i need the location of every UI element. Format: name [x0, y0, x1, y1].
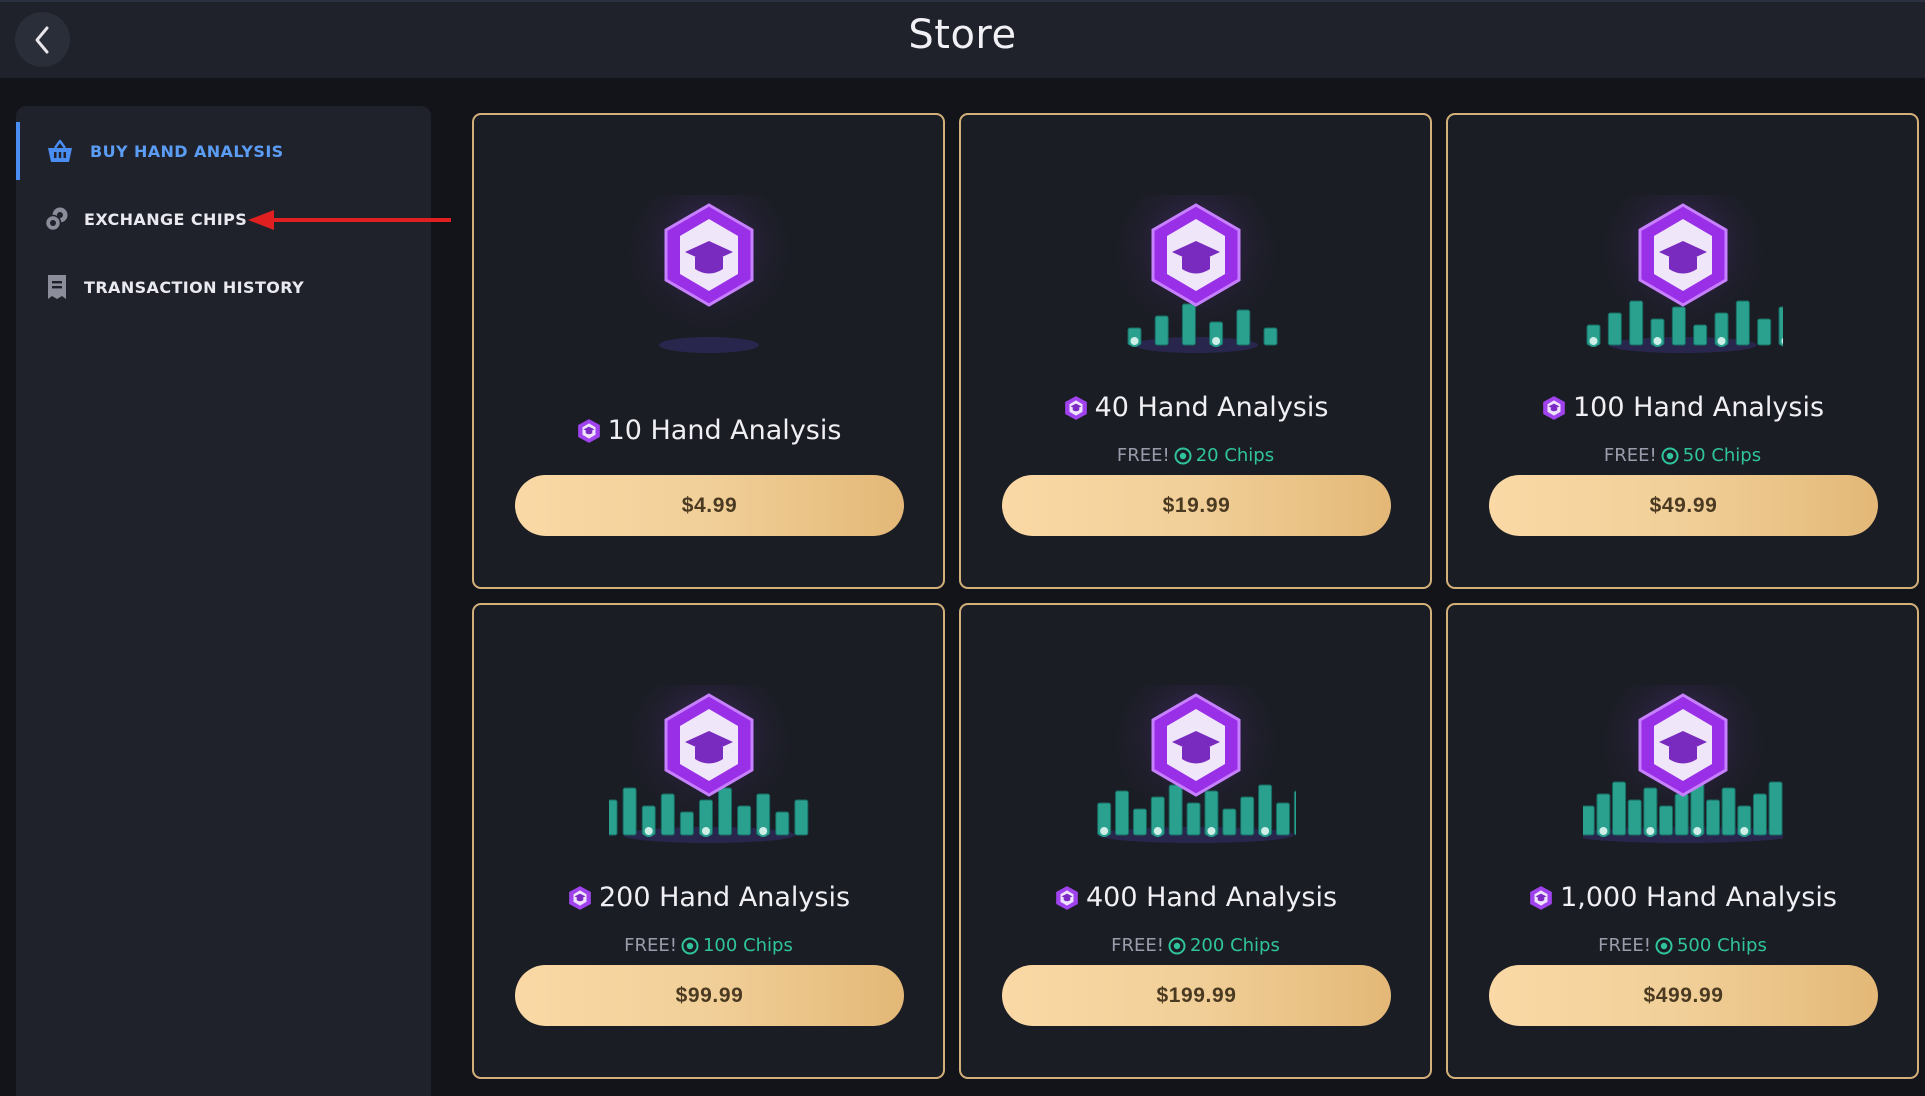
- buy-button[interactable]: $4.99: [515, 475, 904, 536]
- sidebar-item-label: BUY HAND ANALYSIS: [90, 141, 284, 161]
- bonus-row: FREE! 50 Chips: [1448, 445, 1917, 466]
- product-art-icon: [1586, 195, 1783, 353]
- product-title: 10 Hand Analysis: [607, 415, 842, 446]
- product-card[interactable]: 200 Hand Analysis FREE! 100 Chips $99.99: [472, 603, 945, 1079]
- product-title: 200 Hand Analysis: [598, 882, 851, 913]
- bonus-row: FREE! 500 Chips: [1448, 935, 1917, 956]
- chip-icon: [1661, 447, 1679, 464]
- product-art: [1448, 195, 1917, 365]
- receipt-icon: [44, 274, 70, 300]
- sidebar-item-buy-hand-analysis[interactable]: BUY HAND ANALYSIS: [16, 122, 431, 180]
- product-card[interactable]: 400 Hand Analysis FREE! 200 Chips $199.9…: [959, 603, 1432, 1079]
- bonus-chips: 200 Chips: [1189, 935, 1280, 956]
- free-label: FREE!: [624, 935, 677, 956]
- product-title: 100 Hand Analysis: [1572, 392, 1825, 423]
- free-label: FREE!: [1116, 445, 1170, 466]
- basket-icon: [47, 138, 73, 164]
- product-art: [474, 195, 943, 365]
- hand-analysis-badge-icon: [569, 885, 591, 910]
- buy-button[interactable]: $199.99: [1002, 965, 1391, 1026]
- product-card[interactable]: 40 Hand Analysis FREE! 20 Chips $19.99: [959, 113, 1432, 589]
- chip-icon: [681, 937, 699, 954]
- hand-analysis-badge-icon: [577, 418, 600, 443]
- chip-icon: [1655, 937, 1673, 954]
- product-title-row: 100 Hand Analysis: [1448, 392, 1917, 423]
- product-card[interactable]: 10 Hand Analysis $4.99: [472, 113, 945, 589]
- free-label: FREE!: [1603, 445, 1657, 466]
- free-label: FREE!: [1598, 935, 1651, 956]
- bonus-row: FREE! 100 Chips: [474, 935, 943, 956]
- sidebar-item-transaction-history[interactable]: TRANSACTION HISTORY: [16, 258, 431, 316]
- bonus-row: FREE! 200 Chips: [961, 935, 1430, 956]
- hand-analysis-badge-icon: [1530, 885, 1552, 910]
- product-title-row: 40 Hand Analysis: [961, 392, 1430, 423]
- bonus-chips: 100 Chips: [702, 935, 793, 956]
- product-title: 400 Hand Analysis: [1085, 882, 1338, 913]
- product-title-row: 1,000 Hand Analysis: [1448, 882, 1917, 913]
- sidebar-item-label: TRANSACTION HISTORY: [84, 277, 305, 297]
- annotation-arrow: [248, 210, 451, 230]
- product-art-icon: [608, 685, 808, 843]
- bonus-chips: 500 Chips: [1676, 935, 1767, 956]
- chips-icon: [44, 206, 70, 232]
- bonus-row: FREE! 20 Chips: [961, 445, 1430, 466]
- product-art-icon: [1582, 685, 1783, 843]
- product-art-icon: [628, 195, 789, 353]
- product-title-row: 400 Hand Analysis: [961, 882, 1430, 913]
- hand-analysis-badge-icon: [1543, 395, 1565, 420]
- product-title-row: 10 Hand Analysis: [474, 415, 943, 446]
- product-art: [474, 685, 943, 855]
- product-title-row: 200 Hand Analysis: [474, 882, 943, 913]
- bonus-chips: 20 Chips: [1195, 445, 1275, 466]
- chip-icon: [1174, 447, 1192, 464]
- sidebar: BUY HAND ANALYSIS EXCHANGE CHIPS TRANSAC…: [16, 106, 431, 1096]
- buy-button[interactable]: $99.99: [515, 965, 904, 1026]
- product-art: [1448, 685, 1917, 855]
- page-title: Store: [908, 12, 1017, 58]
- sidebar-item-label: EXCHANGE CHIPS: [84, 209, 248, 229]
- product-title: 40 Hand Analysis: [1094, 392, 1329, 423]
- chip-icon: [1168, 937, 1186, 954]
- product-art: [961, 685, 1430, 855]
- hand-analysis-badge-icon: [1056, 885, 1078, 910]
- product-title: 1,000 Hand Analysis: [1560, 882, 1837, 913]
- buy-button[interactable]: $499.99: [1489, 965, 1878, 1026]
- buy-button[interactable]: $49.99: [1489, 475, 1878, 536]
- product-art-icon: [1115, 195, 1277, 353]
- buy-button[interactable]: $19.99: [1002, 475, 1391, 536]
- bonus-chips: 50 Chips: [1682, 445, 1762, 466]
- hand-analysis-badge-icon: [1064, 395, 1087, 420]
- product-art: [961, 195, 1430, 365]
- product-card[interactable]: 100 Hand Analysis FREE! 50 Chips $49.99: [1446, 113, 1919, 589]
- top-bar: Store: [0, 0, 1925, 78]
- product-card[interactable]: 1,000 Hand Analysis FREE! 500 Chips $499…: [1446, 603, 1919, 1079]
- free-label: FREE!: [1111, 935, 1164, 956]
- product-art-icon: [1096, 685, 1296, 843]
